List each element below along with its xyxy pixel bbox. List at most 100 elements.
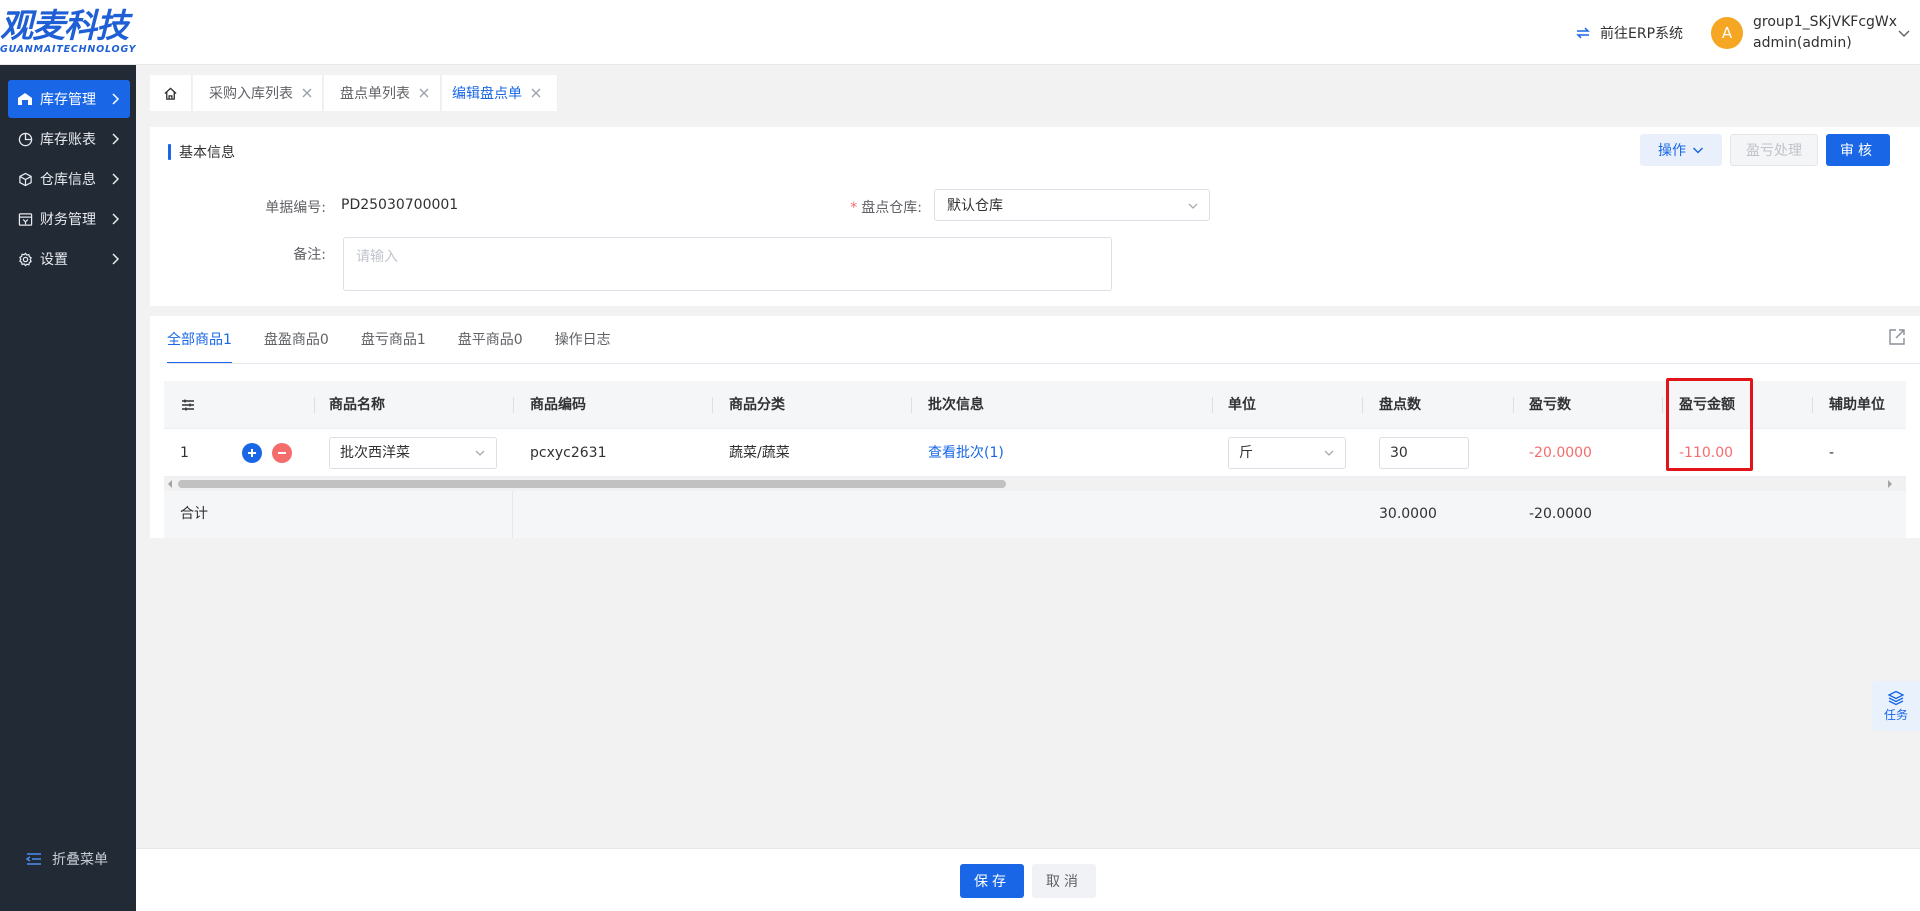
- erp-system-link[interactable]: 前往ERP系统: [1574, 22, 1683, 44]
- tab-edit-stocktake[interactable]: 编辑盘点单: [442, 75, 558, 111]
- col-header-aux-unit: 辅助单位: [1829, 397, 1885, 413]
- company-logo[interactable]: 观麦科技 GUANMAITECHNOLOGY: [0, 8, 136, 56]
- column-separator: [1513, 397, 1514, 413]
- sidebar-item-settings[interactable]: 设置: [8, 240, 130, 278]
- tab-label: 采购入库列表: [209, 86, 293, 102]
- sidebar-item-warehouse-info[interactable]: 仓库信息: [8, 160, 130, 198]
- minus-icon: [278, 452, 286, 454]
- table-summary-row: 合计 30.0000 -20.0000: [164, 491, 1906, 538]
- tab-all-products[interactable]: 全部商品1: [167, 316, 232, 364]
- layers-icon: [1888, 690, 1904, 705]
- tab-home[interactable]: [150, 75, 192, 111]
- tab-label: 编辑盘点单: [452, 86, 522, 102]
- box-icon: [17, 171, 33, 187]
- chevron-right-icon: [112, 253, 120, 265]
- product-code: pcxyc2631: [530, 445, 607, 461]
- close-icon[interactable]: [530, 87, 542, 99]
- scroll-left-icon[interactable]: [166, 480, 174, 488]
- sidebar-item-label: 库存账表: [40, 132, 96, 148]
- products-panel: 全部商品1 盘盈商品0 盘亏商品1 盘平商品0 操作日志 商品名称 商品编码 商…: [150, 316, 1920, 538]
- warehouse-label: * 盘点仓库:: [822, 197, 922, 217]
- profit-loss-process-button[interactable]: 盈亏处理: [1730, 134, 1818, 166]
- title-accent-bar: [168, 144, 171, 160]
- tab-purchase-inbound-list[interactable]: 采购入库列表: [193, 75, 323, 111]
- tab-stocktake-list[interactable]: 盘点单列表: [324, 75, 441, 111]
- user-menu[interactable]: A group1_SKjVKFcgWx admin(admin): [1711, 13, 1911, 53]
- collapse-menu-button[interactable]: 折叠菜单: [26, 849, 108, 869]
- product-filter-tabs: 全部商品1 盘盈商品0 盘亏商品1 盘平商品0 操作日志: [167, 316, 643, 364]
- user-group: group1_SKjVKFcgWx: [1753, 14, 1898, 30]
- operation-label: 操作: [1658, 143, 1686, 159]
- tab-label: 盘点单列表: [340, 86, 410, 102]
- save-button[interactable]: 保存: [960, 864, 1024, 898]
- product-name-select[interactable]: 批次西洋菜: [329, 437, 497, 469]
- remove-row-button[interactable]: [272, 443, 292, 463]
- column-settings-icon[interactable]: [181, 398, 195, 412]
- summary-diff-total: -20.0000: [1529, 506, 1592, 522]
- products-table: 商品名称 商品编码 商品分类 批次信息 单位 盘点数 盈亏数 盈亏金额 辅助单位…: [164, 381, 1906, 538]
- audit-button[interactable]: 审核: [1826, 134, 1890, 166]
- col-header-diff: 盈亏数: [1529, 397, 1571, 413]
- warehouse-select-value: 默认仓库: [947, 198, 1003, 214]
- close-icon[interactable]: [301, 87, 313, 99]
- tab-operation-log[interactable]: 操作日志: [555, 316, 611, 364]
- count-input[interactable]: 30: [1379, 437, 1469, 469]
- section-title-text: 基本信息: [179, 145, 235, 161]
- tab-balanced-products[interactable]: 盘平商品0: [458, 316, 523, 364]
- remark-textarea[interactable]: [343, 237, 1112, 291]
- pie-chart-icon: [17, 131, 33, 147]
- unit-value: 斤: [1239, 445, 1253, 461]
- task-float-button[interactable]: 任务: [1872, 681, 1920, 731]
- col-header-name: 商品名称: [329, 397, 385, 413]
- task-label: 任务: [1883, 707, 1908, 722]
- column-separator: [1362, 397, 1363, 413]
- unit-select[interactable]: 斤: [1228, 437, 1346, 469]
- horizontal-scrollbar[interactable]: [164, 477, 1906, 491]
- collapse-menu-label: 折叠菜单: [52, 852, 108, 868]
- column-separator: [513, 397, 514, 413]
- avatar: A: [1711, 17, 1743, 49]
- warehouse-icon: [17, 91, 33, 107]
- column-separator: [1212, 397, 1213, 413]
- product-name-value: 批次西洋菜: [340, 445, 410, 461]
- scroll-right-icon[interactable]: [1886, 480, 1894, 488]
- sidebar: 库存管理 库存账表 仓库信息 财务管理 设置 折叠菜单: [0, 65, 136, 911]
- warehouse-label-text: 盘点仓库:: [861, 200, 922, 216]
- tab-surplus-products[interactable]: 盘盈商品0: [264, 316, 329, 364]
- column-separator: [712, 397, 713, 413]
- sidebar-item-inventory[interactable]: 库存管理: [8, 80, 130, 118]
- column-separator: [314, 397, 315, 413]
- export-icon[interactable]: [1888, 328, 1906, 346]
- add-row-button[interactable]: [242, 443, 262, 463]
- diff-value: -20.0000: [1529, 445, 1592, 461]
- sidebar-item-label: 仓库信息: [40, 172, 96, 188]
- action-footer: 保存 取消: [136, 848, 1920, 911]
- sidebar-item-label: 设置: [40, 252, 68, 268]
- finance-icon: [17, 211, 33, 227]
- chevron-down-icon: [1692, 147, 1704, 154]
- logo-text-cn: 观麦科技: [0, 6, 129, 45]
- user-name: admin(admin): [1753, 35, 1852, 51]
- chevron-down-icon: [475, 450, 485, 456]
- summary-count-total: 30.0000: [1379, 506, 1437, 522]
- chevron-right-icon: [112, 213, 120, 225]
- scrollbar-thumb[interactable]: [178, 480, 1006, 488]
- column-separator: [911, 397, 912, 413]
- sidebar-item-inventory-report[interactable]: 库存账表: [8, 120, 130, 158]
- summary-label: 合计: [180, 506, 208, 522]
- column-separator: [512, 491, 513, 538]
- tab-loss-products[interactable]: 盘亏商品1: [361, 316, 426, 364]
- warehouse-select[interactable]: 默认仓库: [934, 189, 1210, 221]
- view-batch-link[interactable]: 查看批次(1): [928, 429, 1004, 477]
- col-header-unit: 单位: [1228, 397, 1256, 413]
- cancel-button[interactable]: 取消: [1032, 864, 1096, 898]
- sidebar-item-finance[interactable]: 财务管理: [8, 200, 130, 238]
- operation-dropdown-button[interactable]: 操作: [1640, 134, 1722, 166]
- chevron-down-icon: [1324, 450, 1334, 456]
- tabs-divider: [167, 363, 1920, 364]
- col-header-batch: 批次信息: [928, 397, 984, 413]
- top-header: 观麦科技 GUANMAITECHNOLOGY 前往ERP系统 A group1_…: [0, 0, 1920, 65]
- aux-unit-value: -: [1829, 445, 1835, 461]
- close-icon[interactable]: [418, 87, 430, 99]
- switch-icon: [1576, 27, 1590, 39]
